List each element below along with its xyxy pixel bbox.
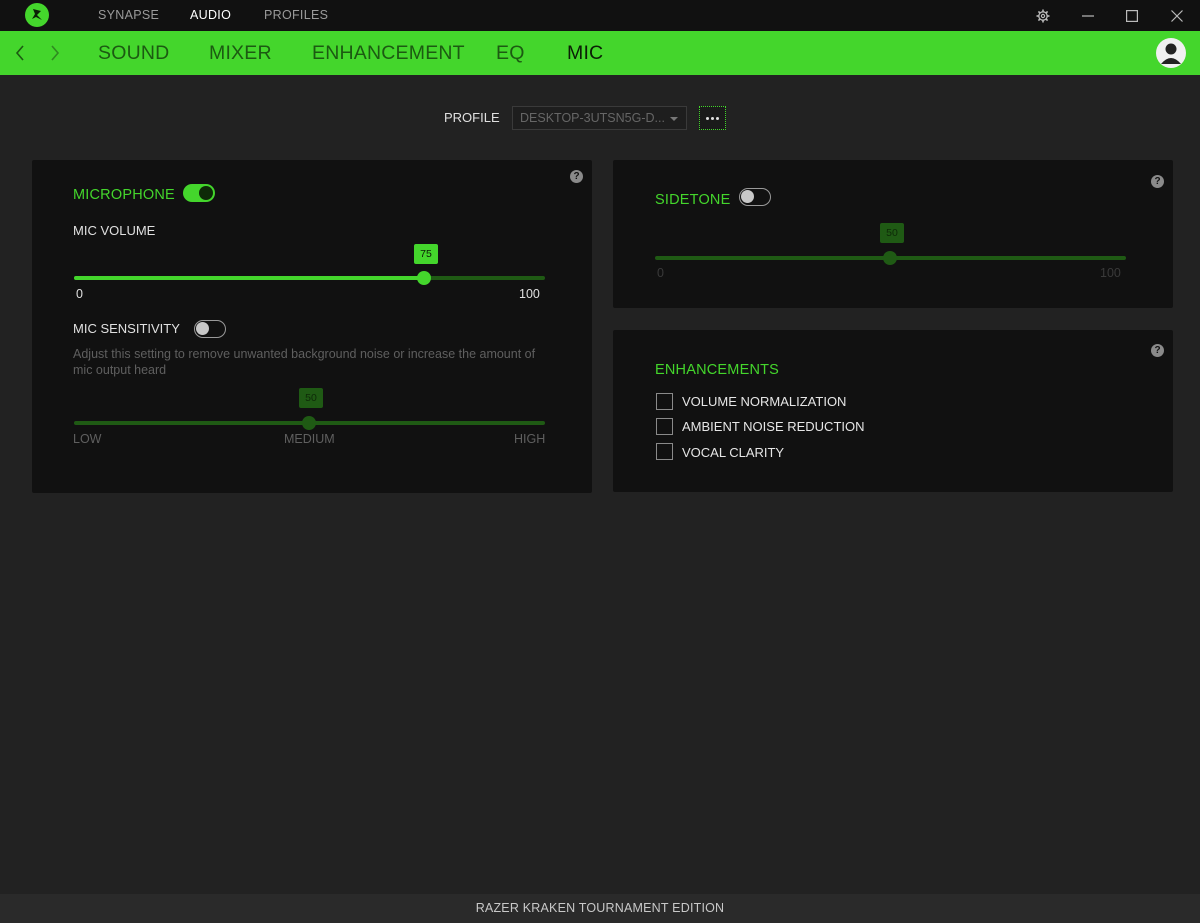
vocal-clarity-checkbox[interactable] (656, 443, 673, 460)
minimize-icon (1082, 14, 1094, 17)
volume-normalization-label: VOLUME NORMALIZATION (682, 394, 847, 409)
sidetone-panel: ? SIDETONE 50 0 100 (613, 160, 1173, 308)
close-icon (1171, 9, 1183, 22)
enhancements-title: ENHANCEMENTS (655, 362, 780, 378)
microphone-panel: ? MICROPHONE MIC VOLUME 75 0 100 MIC SEN… (32, 160, 592, 493)
sidetone-value: 50 (880, 223, 904, 243)
sidetone-min: 0 (657, 266, 664, 280)
chevron-left-icon (15, 45, 24, 61)
mic-sensitivity-low: LOW (73, 432, 102, 446)
sidetone-max: 100 (1100, 266, 1121, 280)
mic-sensitivity-value: 50 (299, 388, 323, 408)
minimize-button[interactable] (1066, 0, 1110, 31)
tab-enhancement[interactable]: ENHANCEMENT (312, 31, 465, 75)
mic-volume-value: 75 (414, 244, 438, 264)
device-name-footer: RAZER KRAKEN TOURNAMENT EDITION (0, 894, 1200, 923)
tab-synapse[interactable]: SYNAPSE (98, 0, 159, 31)
tab-mic[interactable]: MIC (567, 31, 603, 75)
sub-navigation-bar: SOUND MIXER ENHANCEMENT EQ MIC (0, 31, 1200, 75)
mic-volume-min: 0 (76, 287, 83, 301)
mic-sensitivity-slider-handle[interactable] (302, 416, 316, 430)
tab-audio[interactable]: AUDIO (190, 0, 231, 31)
mic-sensitivity-label: MIC SENSITIVITY (73, 321, 180, 336)
mic-volume-label: MIC VOLUME (73, 223, 156, 238)
close-button[interactable] (1155, 0, 1199, 31)
profile-label: PROFILE (444, 110, 500, 125)
tab-sound[interactable]: SOUND (98, 31, 169, 75)
tab-mixer[interactable]: MIXER (209, 31, 272, 75)
mic-sensitivity-medium: MEDIUM (284, 432, 335, 446)
maximize-button[interactable] (1110, 0, 1154, 31)
microphone-toggle[interactable] (183, 184, 215, 202)
mic-sensitivity-description: Adjust this setting to remove unwanted b… (73, 347, 536, 377)
help-icon[interactable]: ? (1151, 344, 1164, 357)
tab-eq[interactable]: EQ (496, 31, 525, 75)
tab-profiles[interactable]: PROFILES (264, 0, 328, 31)
sidetone-slider-handle[interactable] (883, 251, 897, 265)
vocal-clarity-label: VOCAL CLARITY (682, 445, 785, 460)
mic-sensitivity-high: HIGH (514, 432, 546, 446)
gear-icon (1036, 9, 1050, 22)
mic-volume-max: 100 (519, 287, 540, 301)
profile-more-button[interactable] (699, 106, 726, 130)
mic-volume-fill (74, 276, 425, 280)
ambient-noise-reduction-checkbox[interactable] (656, 418, 673, 435)
help-icon[interactable]: ? (1151, 175, 1164, 188)
chevron-down-icon (670, 117, 678, 121)
back-button[interactable] (5, 31, 35, 75)
volume-normalization-checkbox[interactable] (656, 393, 673, 410)
ambient-noise-reduction-label: AMBIENT NOISE REDUCTION (682, 419, 865, 434)
forward-button[interactable] (40, 31, 70, 75)
more-dots-icon (706, 116, 709, 120)
mic-volume-slider-handle[interactable] (417, 271, 431, 285)
chevron-right-icon (51, 45, 60, 61)
profile-selected-value: DESKTOP-3UTSN5G-D... (520, 111, 665, 125)
help-icon[interactable]: ? (570, 170, 583, 183)
razer-logo-icon[interactable] (25, 3, 49, 27)
sidetone-title: SIDETONE (655, 192, 731, 208)
user-avatar-icon[interactable] (1156, 38, 1186, 68)
settings-button[interactable] (1021, 0, 1065, 31)
microphone-title: MICROPHONE (73, 187, 175, 203)
profile-dropdown[interactable]: DESKTOP-3UTSN5G-D... (512, 106, 687, 130)
sidetone-toggle[interactable] (739, 188, 771, 206)
title-bar: SYNAPSE AUDIO PROFILES (0, 0, 1200, 31)
maximize-icon (1126, 9, 1138, 22)
mic-sensitivity-toggle[interactable] (194, 320, 226, 338)
enhancements-panel: ? ENHANCEMENTS VOLUME NORMALIZATION AMBI… (613, 330, 1173, 492)
